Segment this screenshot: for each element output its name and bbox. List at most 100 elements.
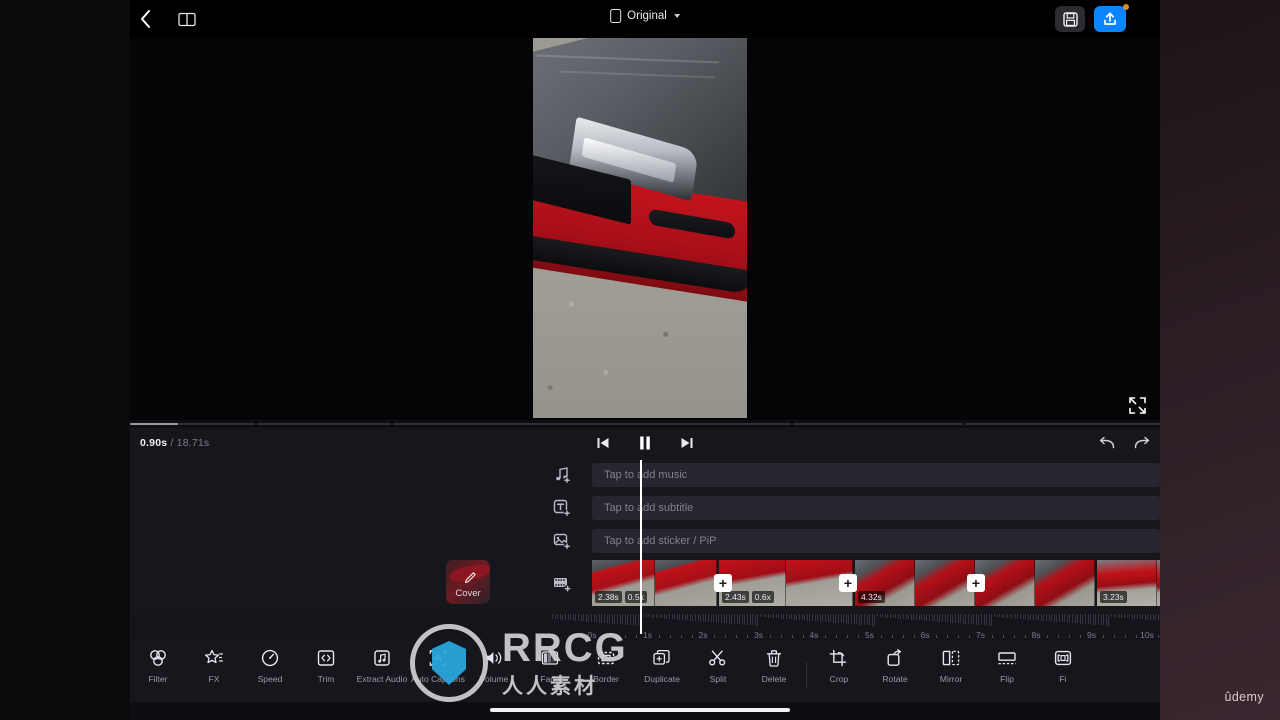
- ruler-minor-tick: [636, 635, 638, 638]
- cover-button[interactable]: Cover: [446, 560, 490, 604]
- add-transition-button[interactable]: +: [714, 574, 732, 592]
- tool-volume[interactable]: Volume: [466, 647, 522, 684]
- waveform-tick: [575, 614, 577, 621]
- video-clip[interactable]: 2.43s 0.6x: [719, 560, 853, 606]
- progress-segment[interactable]: [965, 423, 1160, 425]
- tool-fit[interactable]: Fi: [1035, 647, 1091, 684]
- tool-auto-captions[interactable]: Auto Captions: [410, 647, 466, 684]
- waveform-tick: [991, 614, 993, 626]
- add-sticker-bar[interactable]: Tap to add sticker / PiP: [592, 529, 1160, 553]
- waveform-tick: [780, 614, 782, 619]
- video-preview-frame[interactable]: [533, 38, 747, 418]
- prev-frame-button[interactable]: [594, 434, 612, 452]
- waveform-tick: [1129, 614, 1131, 619]
- ruler-minor-tick: [714, 635, 716, 638]
- video-preview-area[interactable]: [130, 38, 1160, 420]
- waveform-tick: [858, 614, 860, 625]
- waveform-tick: [1121, 614, 1123, 618]
- playhead[interactable]: [640, 460, 642, 634]
- waveform-tick: [869, 614, 871, 626]
- waveform-tick: [770, 614, 772, 618]
- waveform-tick: [913, 614, 915, 620]
- tool-label: Crop: [829, 674, 849, 684]
- waveform-tick: [892, 614, 894, 619]
- video-clip-selected[interactable]: 2.38s 0.5x: [592, 560, 717, 606]
- tool-delete[interactable]: Delete: [746, 647, 802, 684]
- waveform-tick: [1020, 614, 1021, 619]
- redo-button[interactable]: [1132, 434, 1150, 452]
- tool-fx[interactable]: FX: [186, 647, 242, 684]
- ruler-minor-tick: [825, 635, 827, 638]
- waveform-tick: [812, 614, 813, 621]
- film-strip-plus-icon[interactable]: [550, 572, 574, 596]
- waveform-tick: [632, 614, 634, 626]
- waveform-tick: [731, 614, 733, 624]
- waveform-tick: [1137, 614, 1138, 619]
- tool-label: Duplicate: [644, 674, 680, 684]
- tool-speed[interactable]: Speed: [242, 647, 298, 684]
- waveform-tick: [806, 614, 808, 621]
- tutorial-book-button[interactable]: [175, 8, 199, 30]
- video-clip-strip[interactable]: 2.38s0.5x2.43s0.6x4.32s3.23s++++: [592, 560, 1160, 606]
- sticker-plus-icon[interactable]: [550, 529, 574, 553]
- tool-flip[interactable]: Flip: [979, 647, 1035, 684]
- waveform-tick: [975, 614, 977, 625]
- waveform-tick: [999, 614, 1001, 618]
- text-plus-icon[interactable]: [550, 496, 574, 520]
- tool-crop[interactable]: Crop: [811, 647, 867, 684]
- progress-segment[interactable]: [393, 423, 791, 425]
- waveform-tick: [952, 614, 954, 623]
- tool-border[interactable]: Border: [578, 647, 634, 684]
- waveform-tick: [757, 614, 759, 626]
- clip-thumbnail: [915, 560, 975, 606]
- progress-segment[interactable]: [257, 423, 391, 425]
- undo-button[interactable]: [1098, 434, 1116, 452]
- next-frame-button[interactable]: [678, 434, 696, 452]
- back-button[interactable]: [133, 8, 157, 30]
- waveform-tick: [916, 614, 917, 620]
- video-clip[interactable]: 3.23s: [1097, 560, 1160, 606]
- waveform-tick: [1048, 614, 1050, 622]
- waveform-tick: [601, 614, 603, 623]
- clip-progress-strip[interactable]: [130, 420, 1160, 428]
- waveform-tick: [843, 614, 845, 624]
- export-button[interactable]: [1094, 6, 1126, 32]
- waveform-tick: [1069, 614, 1071, 623]
- waveform-tick: [1111, 614, 1112, 617]
- waveform-tick: [1017, 614, 1019, 619]
- music-note-plus-icon[interactable]: [550, 463, 574, 487]
- border-icon: [596, 647, 616, 669]
- tool-label: Fade: [540, 674, 560, 684]
- progress-segment[interactable]: [793, 423, 963, 425]
- tool-filter[interactable]: Filter: [130, 647, 186, 684]
- add-subtitle-bar[interactable]: Tap to add subtitle: [592, 496, 1160, 520]
- tool-duplicate[interactable]: Duplicate: [634, 647, 690, 684]
- tool-mirror[interactable]: Mirror: [923, 647, 979, 684]
- add-transition-button[interactable]: +: [839, 574, 857, 592]
- waveform-tick: [825, 614, 826, 622]
- aspect-ratio-selector[interactable]: Original: [610, 9, 680, 23]
- pause-button[interactable]: [636, 434, 654, 452]
- tool-rotate[interactable]: Rotate: [867, 647, 923, 684]
- save-button[interactable]: [1055, 6, 1085, 32]
- waveform-tick: [801, 614, 803, 621]
- tool-trim[interactable]: Trim: [298, 647, 354, 684]
- waveform-tick: [970, 614, 972, 625]
- fullscreen-button[interactable]: [1126, 394, 1148, 416]
- waveform-tick: [721, 614, 722, 623]
- waveform-tick: [1079, 614, 1081, 624]
- time-readout: 0.90s / 18.71s: [140, 437, 209, 449]
- tool-label: Speed: [257, 674, 283, 684]
- waveform-tick: [635, 614, 637, 626]
- clip-thumbnail-image: [1035, 560, 1095, 606]
- waveform-tick: [835, 614, 837, 623]
- ruler-label: 7s: [976, 630, 985, 640]
- add-transition-button[interactable]: +: [967, 574, 985, 592]
- tool-fade[interactable]: Fade: [522, 647, 578, 684]
- add-music-bar[interactable]: Tap to add music: [592, 463, 1160, 487]
- waveform-tick: [661, 614, 663, 619]
- tool-extract-audio[interactable]: Extract Audio: [354, 647, 410, 684]
- tool-split[interactable]: Split: [690, 647, 746, 684]
- waveform-tick: [1022, 614, 1024, 620]
- waveform-tick: [1103, 614, 1105, 626]
